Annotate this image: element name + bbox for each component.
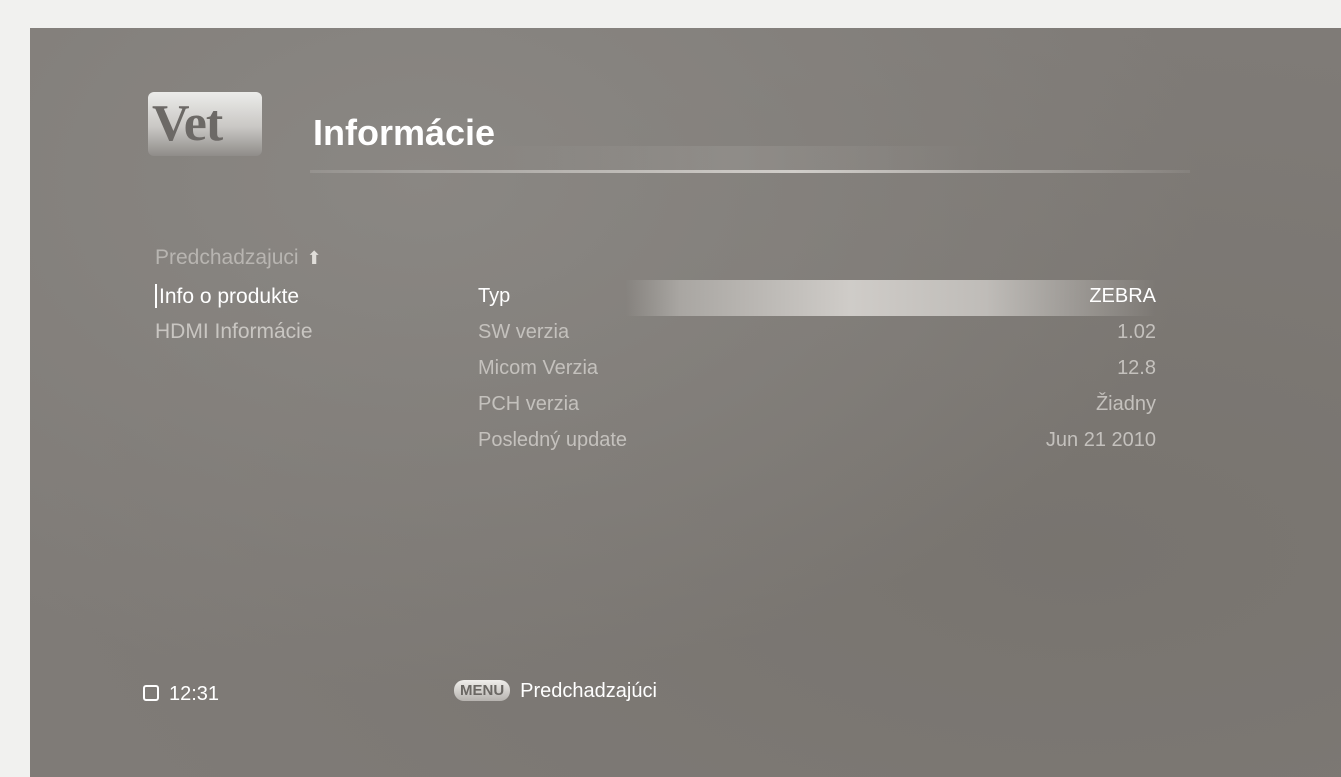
menu-item-label: HDMI Informácie bbox=[155, 320, 313, 343]
info-value: ZEBRA bbox=[1089, 285, 1156, 307]
menu-item-label: Predchadzajuci bbox=[155, 246, 299, 269]
arrow-up-icon: ⬆ bbox=[306, 248, 322, 268]
menu-item-label: Info o produkte bbox=[159, 285, 300, 308]
footer-hint: MENU Predchadzajúci bbox=[454, 680, 657, 703]
info-label: Typ bbox=[478, 285, 511, 307]
info-label: Micom Verzia bbox=[478, 357, 599, 379]
selection-cursor bbox=[155, 284, 157, 308]
footer-hint-label: Predchadzajúci bbox=[520, 680, 657, 702]
info-value: Jun 21 2010 bbox=[1045, 429, 1156, 451]
title-underline bbox=[310, 170, 1190, 173]
info-row-sw-version[interactable]: SW verzia 1.02 bbox=[476, 316, 1156, 352]
info-row-last-update[interactable]: Posledný update Jun 21 2010 bbox=[476, 424, 1156, 460]
info-value: Žiadny bbox=[1095, 393, 1156, 415]
brand-logo-text: Vet bbox=[152, 95, 223, 152]
clock-icon bbox=[143, 685, 159, 701]
info-label: SW verzia bbox=[478, 321, 570, 343]
menu-item-hdmi-info[interactable]: HDMI Informácie bbox=[155, 320, 313, 344]
info-table: Typ ZEBRA SW verzia 1.02 Micom Verzia 12… bbox=[476, 280, 1156, 460]
info-row-pch-version[interactable]: PCH verzia Žiadny bbox=[476, 388, 1156, 424]
tv-screen: Vet Informácie Predchadzajuci ⬆ Info o pr… bbox=[30, 28, 1341, 777]
page-title: Informácie bbox=[313, 112, 496, 153]
info-value: 1.02 bbox=[1117, 321, 1156, 343]
clock: 12:31 bbox=[143, 683, 219, 706]
title-underline-glow bbox=[480, 146, 980, 172]
info-row-type[interactable]: Typ ZEBRA bbox=[476, 280, 1156, 316]
info-label: Posledný update bbox=[478, 429, 628, 451]
menu-item-product-info[interactable]: Info o produkte bbox=[155, 284, 299, 309]
info-value: 12.8 bbox=[1117, 357, 1156, 379]
menu-item-previous[interactable]: Predchadzajuci ⬆ bbox=[155, 246, 322, 270]
brand-logo: Vet bbox=[148, 92, 262, 156]
info-label: PCH verzia bbox=[478, 393, 580, 415]
menu-key-icon: MENU bbox=[454, 680, 511, 701]
clock-time: 12:31 bbox=[169, 683, 220, 705]
info-row-micom-version[interactable]: Micom Verzia 12.8 bbox=[476, 352, 1156, 388]
